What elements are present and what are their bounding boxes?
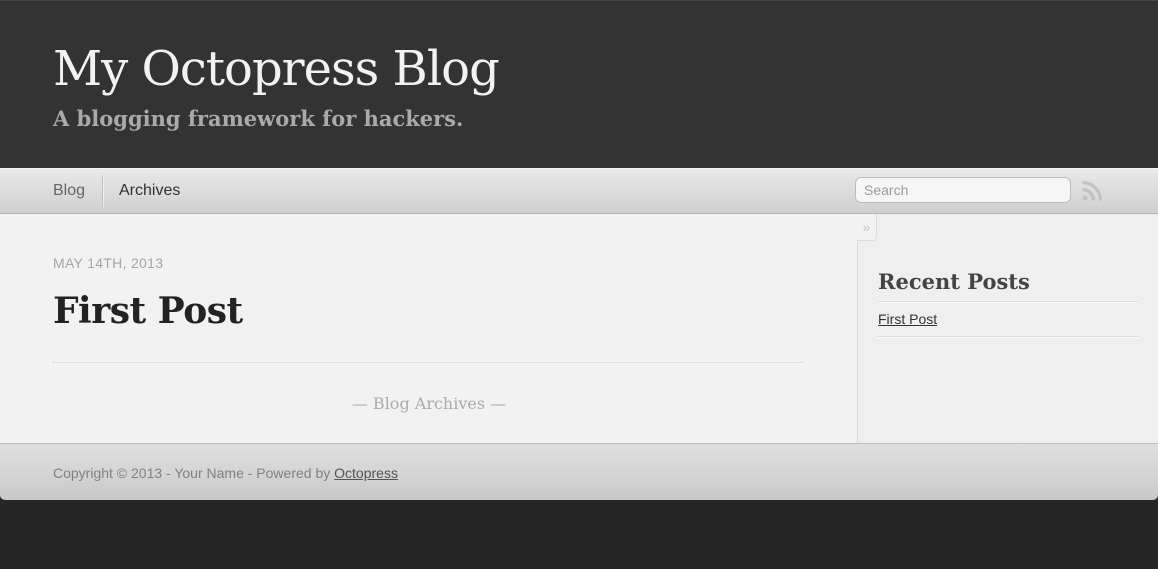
footer-text: Copyright © 2013 - Your Name - Powered b… xyxy=(53,464,398,482)
search-input[interactable] xyxy=(855,177,1071,203)
sidebar-toggle-icon[interactable]: » xyxy=(857,214,877,241)
post-title[interactable]: First Post xyxy=(53,287,243,335)
post-divider xyxy=(53,362,803,363)
recent-post-link[interactable]: First Post xyxy=(878,310,937,328)
sidebar-divider xyxy=(878,301,1138,303)
sidebar: » Recent Posts First Post xyxy=(857,214,1158,443)
site-title[interactable]: My Octopress Blog xyxy=(53,39,500,99)
site-header: My Octopress Blog A blogging framework f… xyxy=(0,0,1158,168)
page: My Octopress Blog A blogging framework f… xyxy=(0,0,1158,500)
octopress-link[interactable]: Octopress xyxy=(334,465,398,481)
post-date: May 14th, 2013 xyxy=(53,255,164,271)
nav-item-blog[interactable]: Blog xyxy=(53,181,85,201)
recent-posts-heading: Recent Posts xyxy=(878,269,1030,294)
nav-divider xyxy=(102,175,104,207)
blog-archives-link[interactable]: — Blog Archives — xyxy=(0,394,858,414)
main-content: May 14th, 2013 First Post — Blog Archive… xyxy=(0,214,858,443)
copyright-text: Copyright © 2013 - Your Name - Powered b… xyxy=(53,465,335,481)
nav-item-archives[interactable]: Archives xyxy=(119,181,180,201)
sidebar-divider xyxy=(878,336,1138,338)
site-subtitle: A blogging framework for hackers. xyxy=(53,106,464,131)
site-footer: Copyright © 2013 - Your Name - Powered b… xyxy=(0,443,1158,500)
main-navigation: Blog Archives xyxy=(0,168,1158,214)
rss-icon[interactable] xyxy=(1080,179,1104,203)
